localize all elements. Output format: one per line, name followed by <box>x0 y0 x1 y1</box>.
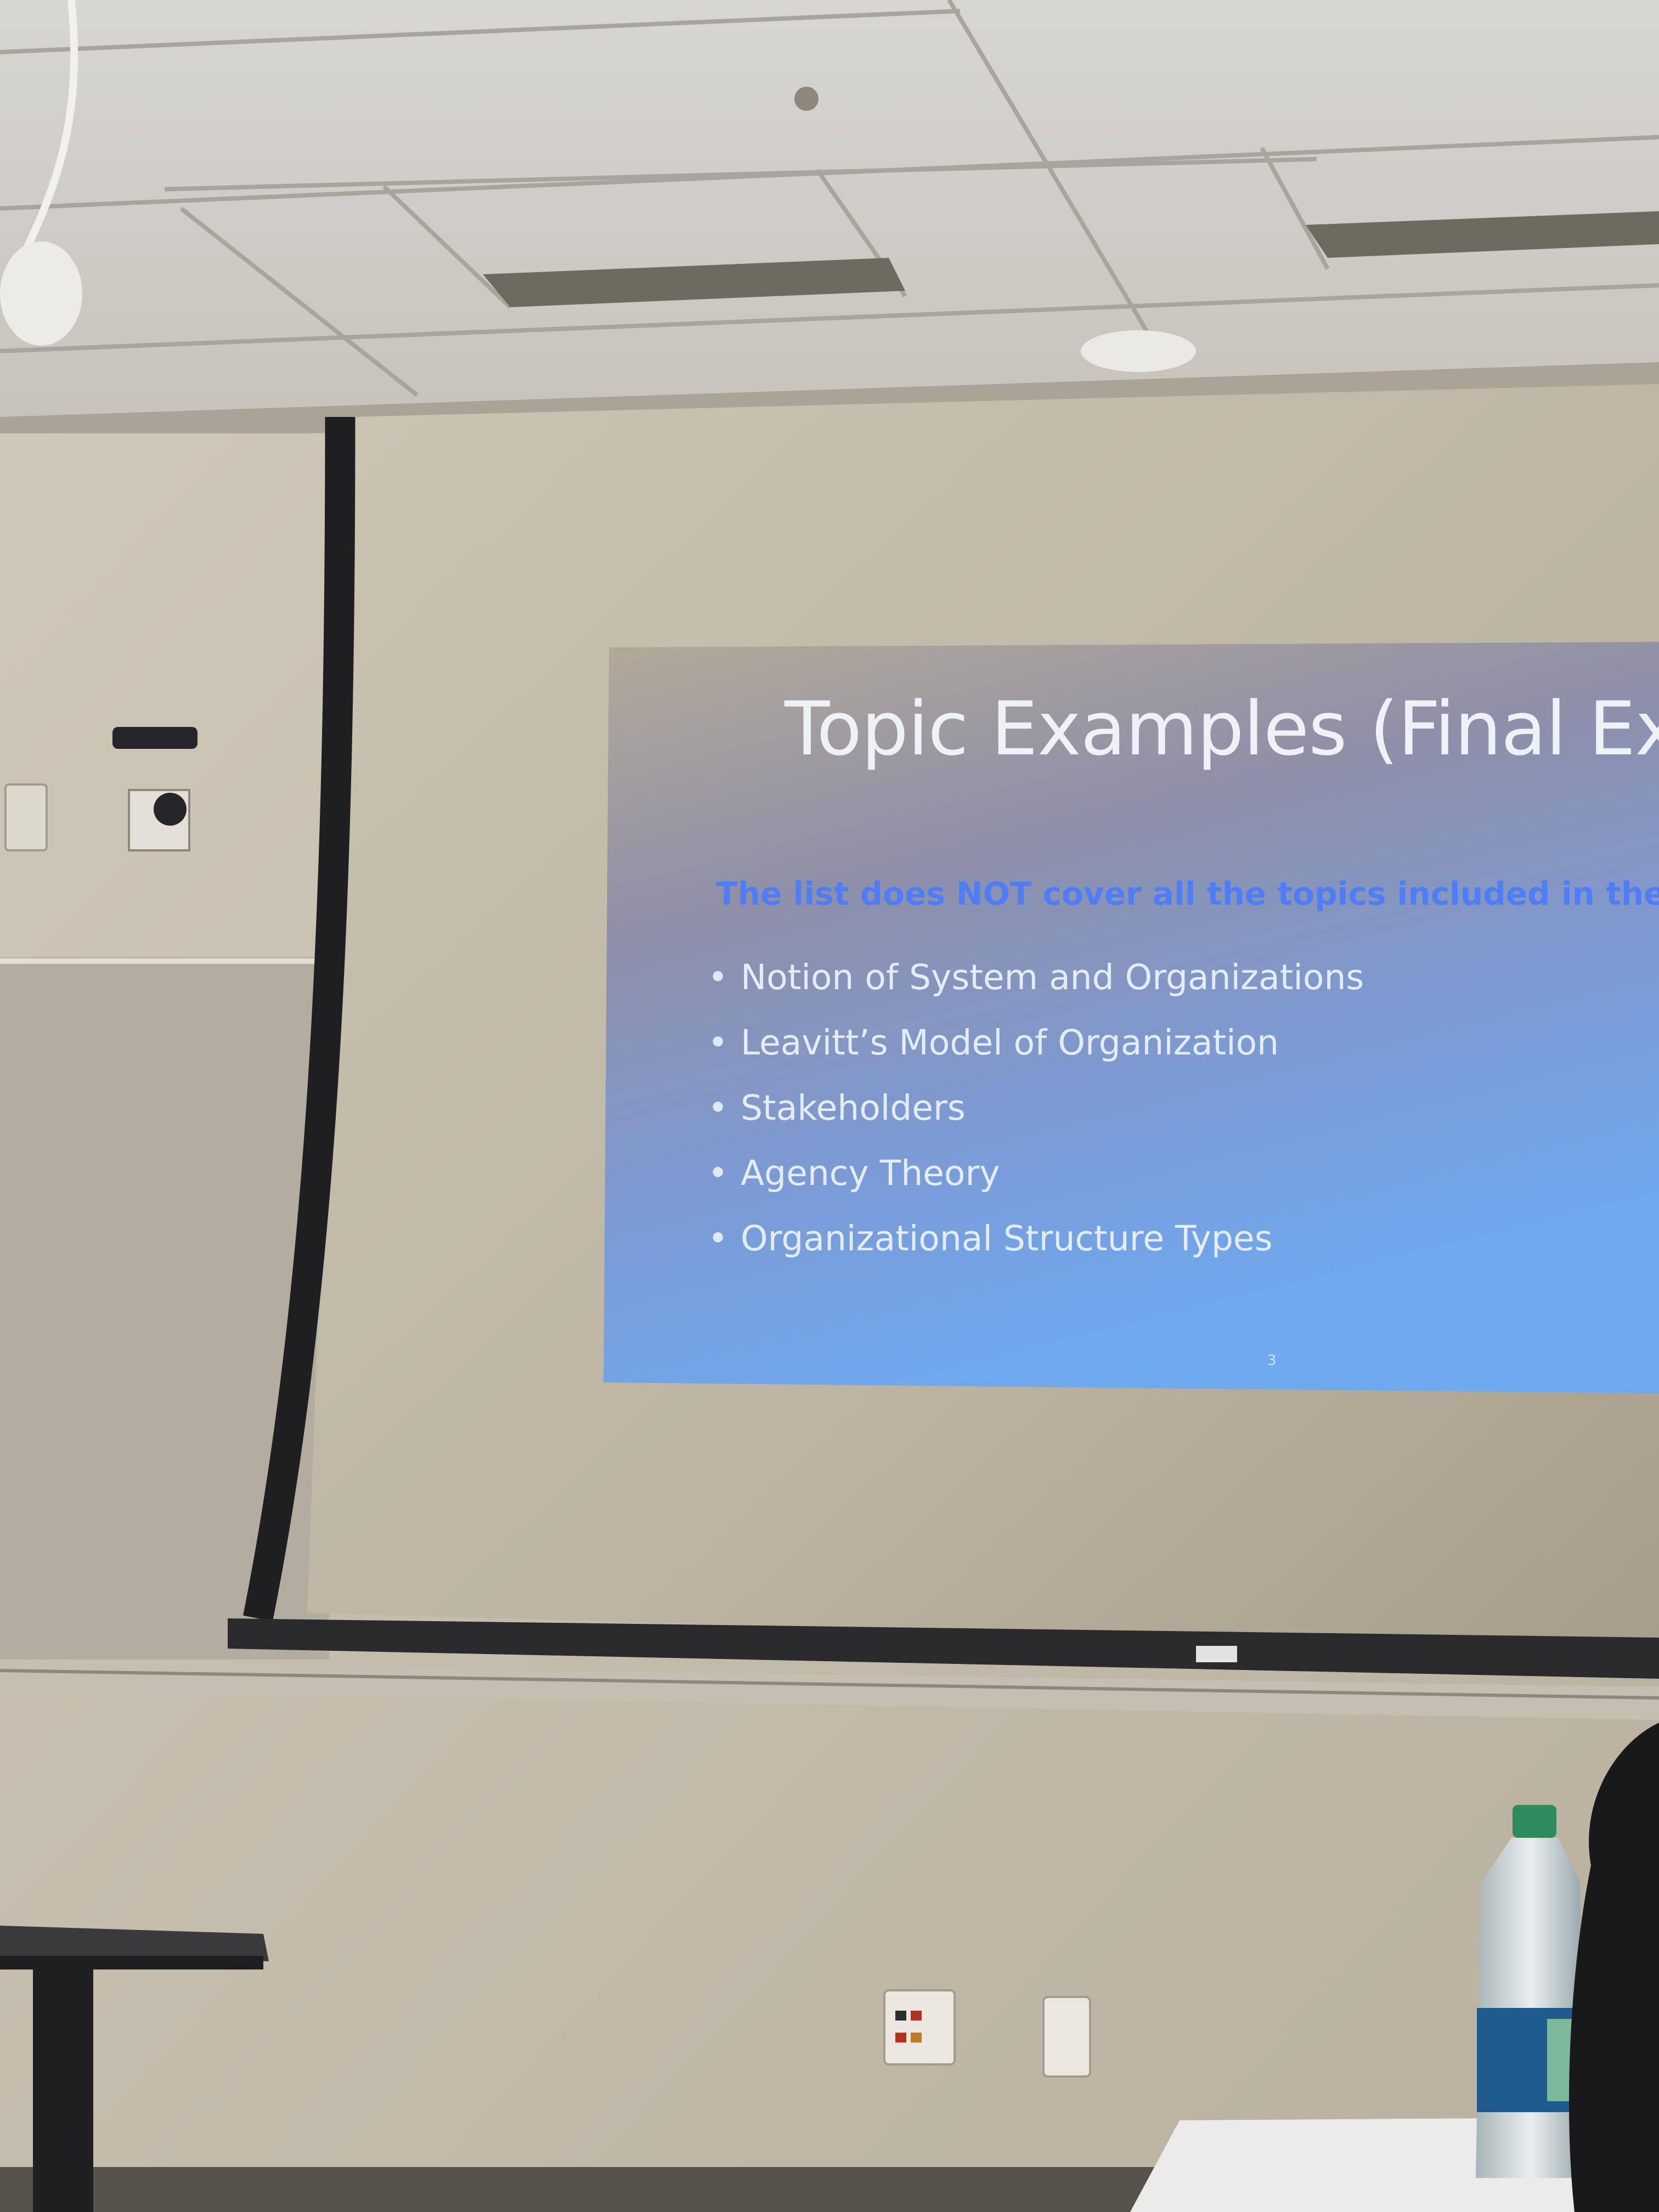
wall-camera <box>112 727 198 749</box>
bullet-item: Leavitt’s Model of Organization <box>708 1023 1364 1088</box>
bullet-item: Organizational Structure Types <box>708 1218 1364 1284</box>
ceiling-speaker <box>1081 330 1196 372</box>
bullet-list: Notion of System and Organizations Leavi… <box>708 957 1364 1284</box>
desk-leg <box>33 1964 93 2212</box>
screen-pull-tab <box>1196 1646 1237 1662</box>
network-jack-plate <box>883 1989 956 2066</box>
slide-page-number: 3 <box>1267 1352 1277 1369</box>
ceiling-camera <box>0 241 82 346</box>
light-switch <box>4 783 48 851</box>
sprinkler <box>794 87 819 111</box>
ceiling <box>0 0 1659 417</box>
camera-lens <box>154 793 187 826</box>
bullet-item: Stakeholders <box>708 1088 1364 1153</box>
bullet-item: Notion of System and Organizations <box>708 957 1364 1023</box>
bullet-item: Agency Theory <box>708 1153 1364 1218</box>
slide-note: The list does NOT cover all the topics i… <box>716 875 1659 912</box>
power-outlet <box>1042 1996 1091 2078</box>
slide-title: Topic Examples (Final Exa <box>785 686 1659 772</box>
slide-content: Topic Examples (Final Exa The list does … <box>603 647 1659 1393</box>
